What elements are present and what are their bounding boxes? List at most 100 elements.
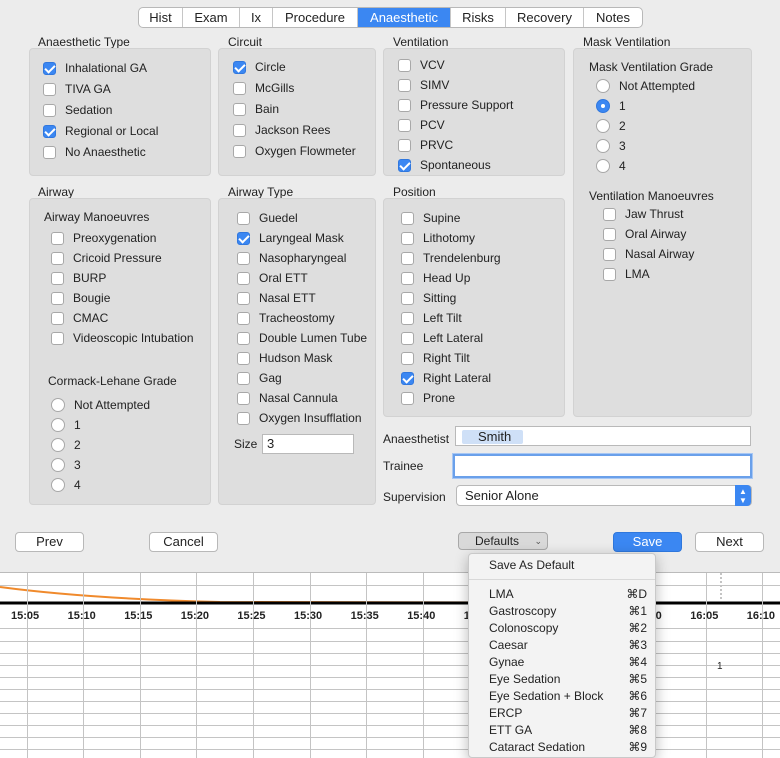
- tab-ix[interactable]: Ix: [240, 8, 273, 27]
- checkbox[interactable]: [398, 58, 411, 72]
- defaults-menu-item[interactable]: Colonoscopy ⌘2: [469, 620, 655, 637]
- position-option[interactable]: Right Lateral: [401, 369, 491, 387]
- checkbox[interactable]: [237, 271, 250, 285]
- tab-recovery[interactable]: Recovery: [506, 8, 584, 27]
- checkbox[interactable]: [603, 227, 616, 241]
- checkbox[interactable]: [603, 267, 616, 281]
- trainee-input[interactable]: [453, 454, 752, 478]
- mask-ventilation-grade-option[interactable]: 2: [596, 117, 626, 135]
- checkbox[interactable]: [51, 311, 64, 325]
- anaesthetic-type-option[interactable]: Regional or Local: [43, 122, 158, 140]
- circuit-option[interactable]: McGills: [233, 79, 294, 97]
- radio-button[interactable]: [51, 458, 65, 472]
- radio-button[interactable]: [596, 159, 610, 173]
- airway-manoeuvre-option[interactable]: Bougie: [51, 289, 110, 307]
- defaults-button[interactable]: Defaults ⌄: [458, 532, 548, 550]
- anaesthetic-timeline[interactable]: 15:05 15:10 15:15 15:20 15:25 15:30 15:35 15:40…: [0, 572, 780, 758]
- checkbox[interactable]: [401, 211, 414, 225]
- checkbox[interactable]: [237, 391, 250, 405]
- position-option[interactable]: Left Lateral: [401, 329, 483, 347]
- tab-hist[interactable]: Hist: [139, 8, 183, 27]
- checkbox[interactable]: [401, 291, 414, 305]
- ventilation-manoeuvre-option[interactable]: LMA: [603, 265, 650, 283]
- defaults-menu-item[interactable]: Cataract Sedation ⌘9: [469, 739, 655, 756]
- airway-type-option[interactable]: Tracheostomy: [237, 309, 335, 327]
- defaults-menu-item[interactable]: Gastroscopy ⌘1: [469, 603, 655, 620]
- radio-button[interactable]: [51, 438, 65, 452]
- circuit-option[interactable]: Circle: [233, 58, 286, 76]
- anaesthetic-type-option[interactable]: TIVA GA: [43, 80, 111, 98]
- airway-type-option[interactable]: Double Lumen Tube: [237, 329, 367, 347]
- checkbox[interactable]: [51, 291, 64, 305]
- position-option[interactable]: Supine: [401, 209, 460, 227]
- position-option[interactable]: Prone: [401, 389, 455, 407]
- tab-exam[interactable]: Exam: [183, 8, 240, 27]
- airway-type-option[interactable]: Nasal ETT: [237, 289, 316, 307]
- airway-type-option[interactable]: Nasopharyngeal: [237, 249, 346, 267]
- checkbox[interactable]: [237, 211, 250, 225]
- airway-manoeuvre-option[interactable]: Videoscopic Intubation: [51, 329, 194, 347]
- ventilation-manoeuvre-option[interactable]: Oral Airway: [603, 225, 686, 243]
- cormack-lehane-grade-option[interactable]: 3: [51, 456, 81, 474]
- position-option[interactable]: Right Tilt: [401, 349, 470, 367]
- checkbox[interactable]: [233, 144, 246, 158]
- save-button[interactable]: Save: [613, 532, 682, 552]
- checkbox[interactable]: [237, 371, 250, 385]
- checkbox[interactable]: [233, 123, 246, 137]
- checkbox[interactable]: [398, 98, 411, 112]
- cormack-lehane-grade-option[interactable]: 4: [51, 476, 81, 494]
- checkbox[interactable]: [398, 78, 411, 92]
- checkbox[interactable]: [233, 102, 246, 116]
- checkbox-checked[interactable]: [233, 60, 246, 74]
- ventilation-option[interactable]: SIMV: [398, 76, 449, 94]
- airway-type-option[interactable]: Nasal Cannula: [237, 389, 338, 407]
- ventilation-manoeuvre-option[interactable]: Nasal Airway: [603, 245, 694, 263]
- checkbox[interactable]: [43, 82, 56, 96]
- ventilation-manoeuvre-option[interactable]: Jaw Thrust: [603, 205, 683, 223]
- anaesthetic-type-option[interactable]: Inhalational GA: [43, 59, 147, 77]
- airway-type-option[interactable]: Guedel: [237, 209, 298, 227]
- anaesthetist-token[interactable]: Smith: [462, 430, 524, 444]
- radio-button[interactable]: [51, 418, 65, 432]
- anaesthetic-type-option[interactable]: No Anaesthetic: [43, 143, 146, 161]
- circuit-option[interactable]: Bain: [233, 100, 279, 118]
- checkbox[interactable]: [401, 271, 414, 285]
- mask-ventilation-grade-option[interactable]: Not Attempted: [596, 77, 695, 95]
- radio-button[interactable]: [596, 139, 610, 153]
- ventilation-option[interactable]: Spontaneous: [398, 156, 491, 174]
- defaults-menu-item[interactable]: Eye Sedation ⌘5: [469, 671, 655, 688]
- checkbox[interactable]: [233, 81, 246, 95]
- defaults-menu-item[interactable]: Gynae ⌘4: [469, 654, 655, 671]
- position-option[interactable]: Left Tilt: [401, 309, 462, 327]
- tab-risks[interactable]: Risks: [451, 8, 506, 27]
- defaults-menu-item[interactable]: LMA ⌘D: [469, 586, 655, 603]
- defaults-menu-item[interactable]: Eye Sedation + Block ⌘6: [469, 688, 655, 705]
- radio-button[interactable]: [596, 119, 610, 133]
- checkbox-checked[interactable]: [43, 61, 56, 75]
- timeline-marker[interactable]: 1: [717, 661, 723, 672]
- checkbox[interactable]: [401, 311, 414, 325]
- size-input[interactable]: 3: [262, 434, 354, 454]
- cormack-lehane-grade-option[interactable]: 1: [51, 416, 81, 434]
- airway-manoeuvre-option[interactable]: Preoxygenation: [51, 229, 156, 247]
- checkbox-checked[interactable]: [43, 124, 56, 138]
- checkbox-checked[interactable]: [237, 231, 250, 245]
- checkbox[interactable]: [51, 231, 64, 245]
- ventilation-option[interactable]: PCV: [398, 116, 445, 134]
- checkbox[interactable]: [51, 331, 64, 345]
- anaesthetist-field[interactable]: Smith: [455, 426, 751, 446]
- tab-procedure[interactable]: Procedure: [273, 8, 358, 27]
- defaults-menu-item[interactable]: ETT GA ⌘8: [469, 722, 655, 739]
- cormack-lehane-grade-option[interactable]: 2: [51, 436, 81, 454]
- supervision-select[interactable]: Senior Alone ▲ ▼: [456, 485, 752, 506]
- next-button[interactable]: Next: [695, 532, 764, 552]
- checkbox[interactable]: [237, 411, 250, 425]
- airway-type-option[interactable]: Oral ETT: [237, 269, 308, 287]
- checkbox[interactable]: [398, 138, 411, 152]
- checkbox[interactable]: [401, 251, 414, 265]
- checkbox[interactable]: [51, 251, 64, 265]
- anaesthetic-type-option[interactable]: Sedation: [43, 101, 112, 119]
- airway-manoeuvre-option[interactable]: CMAC: [51, 309, 108, 327]
- checkbox-checked[interactable]: [401, 371, 414, 385]
- defaults-menu-item[interactable]: ERCP ⌘7: [469, 705, 655, 722]
